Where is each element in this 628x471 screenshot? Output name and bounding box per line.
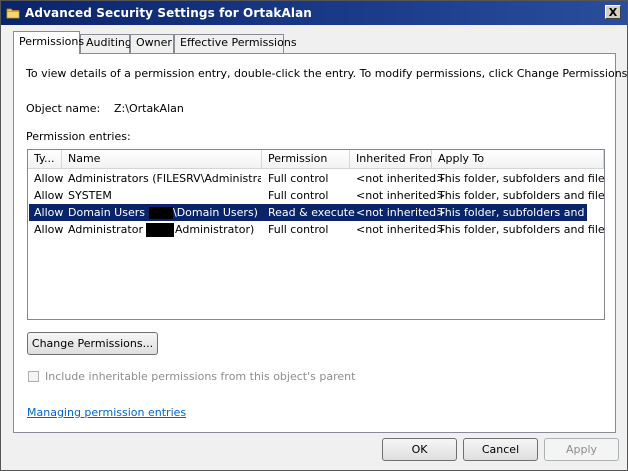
title-bar[interactable]: Advanced Security Settings for OrtakAlan… [1,1,627,25]
redaction-block [148,207,173,219]
include-inheritable-checkbox[interactable] [28,371,39,382]
instructions-text: To view details of a permission entry, d… [26,67,628,80]
table-row[interactable]: Allow SYSTEM Full control <not inherited… [29,187,604,204]
managing-permission-entries-link[interactable]: Managing permission entries [27,406,186,419]
column-header-name[interactable]: Name [62,150,262,168]
column-header-inherited-from[interactable]: Inherited From [350,150,432,168]
window-title: Advanced Security Settings for OrtakAlan [25,6,312,20]
name-suffix: Administrator) [175,223,255,236]
cell-name: Administrator Administrator) [68,221,261,238]
redaction-block [146,223,174,237]
cell-permission: Full control [268,189,329,202]
table-row[interactable]: Allow Administrator Administrator) Full c… [29,221,604,238]
tab-effective-permissions[interactable]: Effective Permissions [174,34,297,53]
name-suffix: \Domain Users) [172,206,258,219]
change-permissions-button[interactable]: Change Permissions... [27,332,158,355]
tab-label: Permissions [19,35,85,48]
name-prefix: Domain Users [68,206,145,219]
table-row[interactable]: Allow Administrators (FILESRV\Administra… [29,170,604,187]
cell-apply-to: This folder, subfolders and files [438,189,605,202]
cell-name: Domain Users \Domain Users) [68,204,261,221]
cell-permission: Full control [268,223,329,236]
cell-name: SYSTEM [68,189,112,202]
permissions-panel: To view details of a permission entry, d… [13,53,628,433]
list-header: Ty... Name Permission Inherited From App… [28,150,604,169]
cell-type: Allow [34,223,64,236]
column-header-type[interactable]: Ty... [28,150,62,168]
permission-entries-label: Permission entries: [26,130,131,143]
object-name-label: Object name: [26,102,101,115]
cell-name: Administrators (FILESRV\Administrators) [68,172,261,185]
cell-apply-to: This folder, subfolders and files [438,223,605,236]
folder-icon [6,8,20,19]
table-row-selected[interactable]: Allow Domain Users \Domain Users) Read & … [29,204,604,221]
tab-auditing[interactable]: Auditing [80,34,132,53]
cell-inherited-from: <not inherited> [356,172,446,185]
tab-label: Owner [136,36,172,49]
close-button[interactable]: X [605,5,621,19]
object-name-value: Z:\OrtakAlan [114,102,184,115]
tab-label: Effective Permissions [180,36,297,49]
cell-type: Allow [34,206,64,219]
cell-apply-to: This folder, subfolders and files [438,206,605,219]
advanced-security-settings-window: Advanced Security Settings for OrtakAlan… [0,0,628,471]
cell-inherited-from: <not inherited> [356,189,446,202]
tab-label: Auditing [86,36,132,49]
tab-owner[interactable]: Owner [130,34,174,53]
cell-permission: Read & execute [268,206,355,219]
include-inheritable-label: Include inheritable permissions from thi… [45,370,356,383]
cell-apply-to: This folder, subfolders and files [438,172,605,185]
cell-type: Allow [34,189,64,202]
cell-permission: Full control [268,172,329,185]
column-header-permission[interactable]: Permission [262,150,350,168]
ok-button[interactable]: OK [382,438,457,461]
cell-inherited-from: <not inherited> [356,223,446,236]
name-prefix: Administrator [68,223,143,236]
column-header-apply-to[interactable]: Apply To [432,150,604,168]
cancel-button[interactable]: Cancel [463,438,538,461]
cell-inherited-from: <not inherited> [356,206,446,219]
permission-entries-list[interactable]: Ty... Name Permission Inherited From App… [27,149,605,320]
cell-type: Allow [34,172,64,185]
apply-button[interactable]: Apply [544,438,619,461]
tab-permissions[interactable]: Permissions [13,31,84,54]
close-icon: X [608,6,618,19]
